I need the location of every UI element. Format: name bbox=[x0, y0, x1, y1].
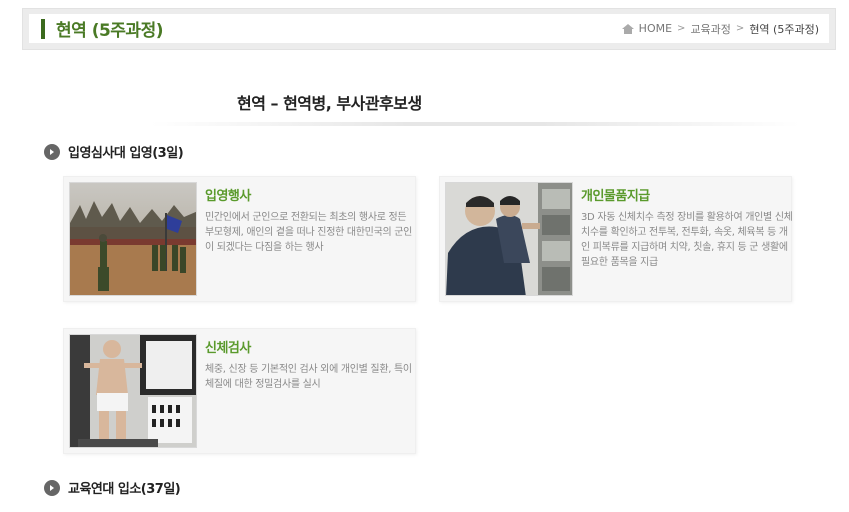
breadcrumb-home[interactable]: HOME bbox=[639, 22, 672, 35]
card-description: 민간인에서 군인으로 전환되는 최초의 행사로 정든 부모형제, 애인의 곁을 … bbox=[205, 212, 413, 253]
card-supply-distribution: 개인물품지급 3D 자동 신체치수 측정 장비를 활용하여 개인별 신체치수를 … bbox=[439, 176, 793, 302]
supply-photo bbox=[445, 182, 573, 296]
arrow-bullet-icon bbox=[44, 479, 60, 496]
page-title: 현역 (5주과정) bbox=[56, 21, 164, 41]
sub-heading-label: 입영심사대 입영(3일) bbox=[68, 146, 184, 161]
sub-heading-induction: 입영심사대 입영(3일) bbox=[44, 142, 184, 161]
breadcrumb-course[interactable]: 교육과정 bbox=[690, 21, 730, 37]
card-description: 3D 자동 신체치수 측정 장비를 활용하여 개인별 신체치수를 확인하고 전투… bbox=[581, 212, 793, 268]
card-description: 체중, 신장 등 기본적인 검사 외에 개인별 질환, 특이체질에 대한 정밀검… bbox=[205, 364, 412, 390]
sub-heading-label: 교육연대 입소(37일) bbox=[68, 482, 181, 497]
card-enlistment-ceremony: 입영행사 민간인에서 군인으로 전환되는 최초의 행사로 정든 부모형제, 애인… bbox=[63, 176, 416, 302]
ceremony-photo bbox=[69, 182, 197, 296]
arrow-bullet-icon bbox=[44, 143, 60, 160]
section-divider bbox=[150, 122, 800, 126]
card-title: 신체검사 bbox=[205, 341, 251, 356]
page-header-inner: 현역 (5주과정) HOME > 교육과정 > 현역 (5주과정) bbox=[29, 14, 829, 43]
breadcrumb-separator-icon: > bbox=[735, 23, 745, 34]
section-title: 현역 – 현역병, 부사관후보생 bbox=[237, 94, 422, 113]
card-title: 입영행사 bbox=[205, 189, 251, 204]
card-physical-exam: 신체검사 체중, 신장 등 기본적인 검사 외에 개인별 질환, 특이체질에 대… bbox=[63, 328, 416, 454]
breadcrumb-separator-icon: > bbox=[677, 23, 686, 34]
breadcrumb-current: 현역 (5주과정) bbox=[749, 22, 819, 36]
physical-exam-photo bbox=[69, 334, 197, 448]
title-marker bbox=[41, 18, 45, 39]
sub-heading-regiment: 교육연대 입소(37일) bbox=[44, 478, 181, 497]
breadcrumb: HOME > 교육과정 > 현역 (5주과정) bbox=[621, 21, 819, 37]
home-icon[interactable] bbox=[621, 23, 634, 34]
page-header: 현역 (5주과정) HOME > 교육과정 > 현역 (5주과정) bbox=[22, 8, 836, 50]
card-title: 개인물품지급 bbox=[581, 189, 650, 204]
